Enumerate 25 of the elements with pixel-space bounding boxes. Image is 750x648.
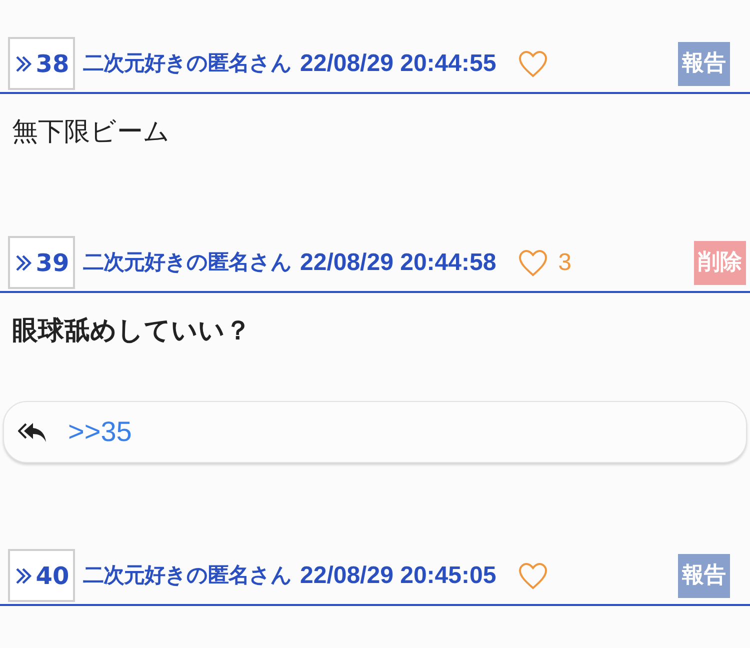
double-chevron-icon — [14, 566, 34, 586]
post-author: 二次元好きの匿名さん — [83, 50, 292, 77]
post-number-link[interactable]: 38 — [8, 37, 75, 90]
delete-button[interactable]: 削除 — [694, 240, 746, 284]
post-datetime: 22/08/29 20:45:05 — [300, 560, 496, 590]
like-button[interactable] — [518, 50, 548, 78]
double-chevron-icon — [14, 252, 34, 272]
heart-icon — [518, 562, 548, 590]
like-button[interactable]: 3 — [518, 244, 572, 280]
post-body: 無下限ビーム — [12, 116, 171, 149]
like-button[interactable] — [518, 562, 548, 590]
post-datetime: 22/08/29 20:44:58 — [300, 248, 496, 278]
report-button[interactable]: 報告 — [678, 554, 730, 598]
post-author: 二次元好きの匿名さん — [83, 562, 292, 589]
post-body: 眼球舐めしていい？ — [12, 315, 252, 348]
double-chevron-icon — [14, 54, 34, 74]
reply-all-icon — [18, 421, 48, 443]
post-datetime: 22/08/29 20:44:55 — [300, 48, 496, 78]
reply-quote[interactable]: >>35 — [3, 401, 747, 463]
report-button[interactable]: 報告 — [678, 42, 730, 86]
post-author: 二次元好きの匿名さん — [83, 248, 292, 276]
post-number-link[interactable]: 39 — [8, 236, 75, 289]
heart-icon — [518, 50, 548, 78]
post-number-link[interactable]: 40 — [8, 549, 75, 602]
heart-icon — [518, 248, 548, 276]
